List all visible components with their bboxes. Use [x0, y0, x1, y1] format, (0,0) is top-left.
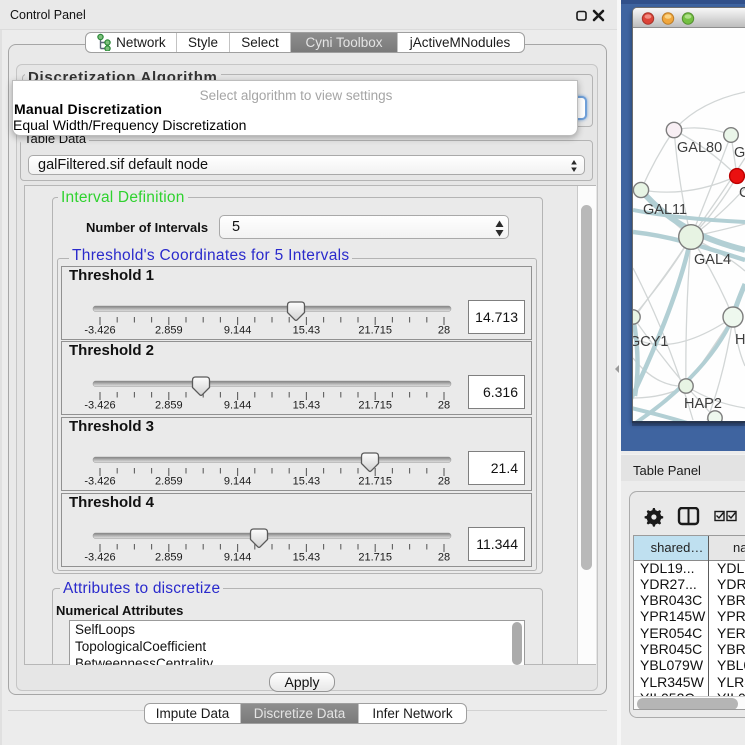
svg-text:-3.426: -3.426 — [84, 552, 115, 564]
svg-text:GAL80: GAL80 — [677, 140, 722, 156]
svg-text:C: C — [739, 185, 745, 201]
svg-text:9.144: 9.144 — [224, 400, 252, 412]
svg-text:9.144: 9.144 — [224, 325, 252, 337]
svg-text:2.859: 2.859 — [155, 325, 183, 337]
svg-text:GAL11: GAL11 — [643, 202, 687, 218]
svg-text:-3.426: -3.426 — [84, 325, 115, 337]
svg-text:28: 28 — [438, 325, 450, 337]
svg-text:GAL4: GAL4 — [694, 252, 731, 268]
svg-text:HAP2: HAP2 — [684, 396, 722, 412]
svg-text:21.715: 21.715 — [358, 325, 392, 337]
svg-text:GCY1: GCY1 — [633, 334, 669, 350]
svg-text:28: 28 — [438, 552, 450, 564]
svg-text:21.715: 21.715 — [358, 400, 392, 412]
svg-text:28: 28 — [438, 476, 450, 488]
svg-text:28: 28 — [438, 400, 450, 412]
svg-text:-3.426: -3.426 — [84, 400, 115, 412]
svg-text:2.859: 2.859 — [155, 552, 183, 564]
svg-text:2.859: 2.859 — [155, 400, 183, 412]
svg-text:9.144: 9.144 — [224, 476, 252, 488]
svg-text:21.715: 21.715 — [358, 476, 392, 488]
svg-text:H: H — [735, 332, 745, 348]
svg-text:15.43: 15.43 — [293, 552, 321, 564]
svg-text:2.859: 2.859 — [155, 476, 183, 488]
svg-text:GA: GA — [734, 145, 745, 161]
svg-text:15.43: 15.43 — [293, 400, 321, 412]
svg-text:15.43: 15.43 — [293, 476, 321, 488]
svg-text:-3.426: -3.426 — [84, 476, 115, 488]
svg-text:9.144: 9.144 — [224, 552, 252, 564]
svg-text:21.715: 21.715 — [358, 552, 392, 564]
svg-text:15.43: 15.43 — [293, 325, 321, 337]
